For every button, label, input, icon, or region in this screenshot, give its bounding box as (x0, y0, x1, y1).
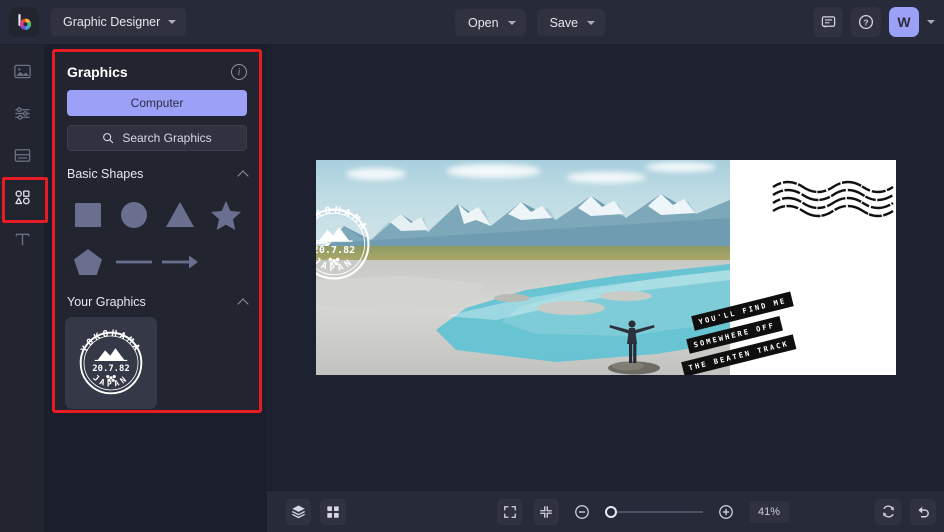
save-button[interactable]: Save (537, 9, 606, 36)
help-icon[interactable]: ? (851, 7, 881, 37)
svg-text:20.7.82: 20.7.82 (316, 245, 355, 256)
photo-layer[interactable]: YOKOHAMA JAPAN 20.7.82 (316, 160, 730, 375)
artboard[interactable]: YOKOHAMA JAPAN 20.7.82 (316, 160, 896, 375)
shape-line[interactable] (111, 238, 157, 285)
avatar[interactable]: W (889, 7, 919, 37)
document-title-label: Graphic Designer (63, 15, 160, 29)
computer-button-label: Computer (131, 96, 184, 110)
zoom-out-button[interactable] (569, 499, 595, 525)
feedback-icon[interactable] (813, 7, 843, 37)
open-button[interactable]: Open (455, 9, 526, 36)
postmark-waves-icon (771, 178, 896, 220)
befunky-logo-icon[interactable] (9, 7, 39, 37)
grid-icon (326, 505, 340, 519)
sidebar-item-text[interactable] (8, 225, 36, 253)
canvas-stamp-graphic[interactable]: YOKOHAMA JAPAN 20.7.82 (316, 202, 376, 286)
expand-icon (503, 505, 517, 519)
sidebar-item-graphics[interactable] (8, 183, 36, 211)
page-title: Graphics (67, 64, 128, 80)
fit-screen-button[interactable] (497, 499, 523, 525)
shape-pentagon[interactable] (65, 238, 111, 285)
open-button-label: Open (468, 16, 499, 30)
shape-circle[interactable] (111, 191, 157, 238)
undo-button[interactable] (910, 499, 936, 525)
layers-icon (291, 504, 306, 519)
app-root: Graphic Designer Open Save (0, 0, 944, 532)
sidebar-item-image[interactable] (8, 57, 36, 85)
graphics-panel-wrapper: Graphics i Computer Search Graphics Basi… (52, 49, 262, 413)
chevron-down-icon (587, 21, 595, 25)
section-header-your-graphics[interactable]: Your Graphics (55, 285, 259, 317)
search-graphics-label: Search Graphics (122, 131, 211, 145)
minus-circle-icon (574, 504, 590, 520)
svg-text:?: ? (863, 17, 868, 27)
svg-text:YOKOHAMA: YOKOHAMA (316, 205, 370, 235)
layers-button[interactable] (285, 499, 311, 525)
reset-button[interactable] (875, 499, 901, 525)
zoom-slider[interactable] (605, 511, 703, 513)
chevron-up-icon (237, 170, 248, 181)
chevron-down-icon (508, 21, 516, 25)
zoom-in-button[interactable] (713, 499, 739, 525)
document-title-dropdown[interactable]: Graphic Designer (51, 8, 186, 36)
account-chevron-down-icon[interactable] (927, 20, 935, 24)
bottom-toolbar: 41% (267, 490, 944, 532)
header-right-actions: ? W (813, 7, 935, 37)
collapse-icon (539, 505, 553, 519)
refresh-icon (881, 504, 896, 519)
shape-arrow[interactable] (157, 238, 203, 285)
svg-text:20.7.82: 20.7.82 (92, 364, 129, 374)
tool-rail (0, 45, 44, 532)
chevron-up-icon (237, 298, 248, 309)
plus-circle-icon (718, 504, 734, 520)
person-on-rock (588, 316, 678, 375)
chevron-down-icon (168, 20, 176, 24)
panel-header: Graphics i (55, 52, 259, 90)
zoom-level-value: 41% (758, 506, 780, 518)
app-header: Graphic Designer Open Save (0, 0, 944, 45)
shape-triangle[interactable] (157, 191, 203, 238)
shape-square[interactable] (65, 191, 111, 238)
section-title-basic-shapes: Basic Shapes (67, 167, 143, 181)
zoom-slider-handle[interactable] (605, 506, 617, 518)
header-center-actions: Open Save (455, 9, 605, 36)
grid-view-button[interactable] (320, 499, 346, 525)
cloud (646, 162, 716, 172)
yokohama-stamp-icon: YOKOHAMA JAPAN 20.7.82 (74, 326, 148, 400)
zoom-level-display[interactable]: 41% (749, 501, 789, 523)
save-button-label: Save (550, 16, 579, 30)
actual-size-button[interactable] (533, 499, 559, 525)
canvas-area[interactable]: YOKOHAMA JAPAN 20.7.82 (267, 45, 944, 490)
section-title-your-graphics: Your Graphics (67, 295, 146, 309)
banner-text-group[interactable]: YOU'LL FIND ME SOMEWHERE OFF THE BEATEN … (691, 278, 896, 360)
sidebar-item-adjust[interactable] (8, 99, 36, 127)
undo-icon (916, 504, 931, 519)
basic-shapes-grid (55, 189, 259, 285)
shape-star[interactable] (203, 191, 249, 238)
search-icon (102, 132, 114, 144)
search-graphics-button[interactable]: Search Graphics (67, 125, 247, 151)
avatar-initial: W (897, 14, 910, 30)
graphics-panel: Graphics i Computer Search Graphics Basi… (55, 52, 259, 410)
graphic-thumb-yokohama-stamp[interactable]: YOKOHAMA JAPAN 20.7.82 (65, 317, 157, 409)
info-icon[interactable]: i (231, 64, 247, 80)
your-graphics-grid: YOKOHAMA JAPAN 20.7.82 (55, 317, 259, 409)
computer-button[interactable]: Computer (67, 90, 247, 116)
section-header-basic-shapes[interactable]: Basic Shapes (55, 151, 259, 189)
sidebar-item-layout[interactable] (8, 141, 36, 169)
